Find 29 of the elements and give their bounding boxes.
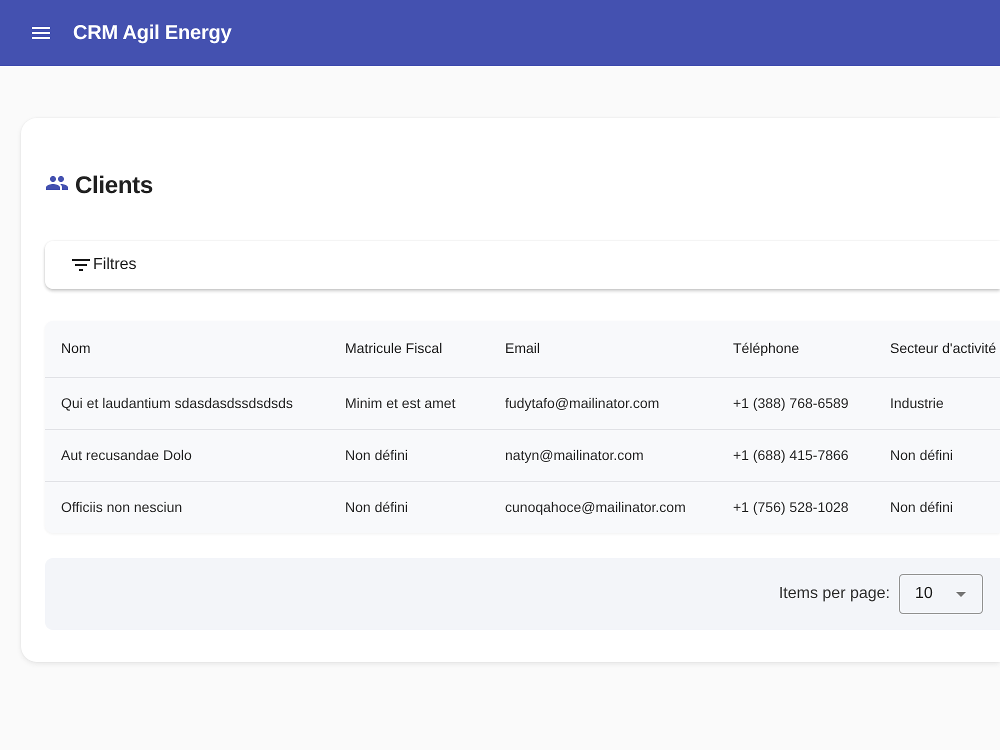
table-cell-text: Non défini — [890, 446, 954, 464]
column-header: Nom — [61, 339, 91, 358]
column-header: Matricule Fiscal — [345, 339, 442, 358]
table-cell-text: Officiis non nesciun — [61, 498, 182, 517]
table-cell-text: Minim et est amet — [345, 394, 456, 412]
column-header: Téléphone — [733, 339, 800, 358]
table-cell-text: Qui et laudantium sdasdasdssdsdsds — [61, 394, 293, 413]
column-header: Secteur d'activité — [890, 339, 996, 358]
page-size-select[interactable]: 10 — [899, 574, 983, 614]
app-title: CRM Agil Energy — [73, 21, 232, 46]
filters-panel-header[interactable]: Filtres — [45, 241, 1000, 289]
people-icon — [46, 176, 68, 190]
table-cell-text: +1 (756) 528-1028 — [733, 498, 849, 517]
page-title: Clients — [75, 172, 153, 200]
caret-icon — [956, 592, 966, 596]
column-header: Email — [505, 339, 540, 358]
filter-icon — [72, 259, 90, 271]
table-cell-text: Aut recusandae Dolo — [61, 446, 192, 464]
table-cell-text: Non défini — [345, 498, 408, 517]
table-cell-text: cunoqahoce@mailinator.com — [505, 498, 686, 517]
table-cell-text: natyn@mailinator.com — [505, 446, 644, 465]
menu-icon[interactable] — [32, 27, 50, 39]
table-cell-text: +1 (688) 415-7866 — [733, 446, 849, 465]
table-cell-text: Non défini — [345, 446, 408, 464]
table-cell-text: fudytafo@mailinator.com — [505, 394, 660, 413]
table-cell-text: +1 (388) 768-6589 — [733, 394, 849, 413]
table-cell-text: Non défini — [890, 498, 954, 517]
table-cell-text: Industrie — [890, 394, 944, 412]
items-per-page-label: Items per page: — [778, 584, 890, 604]
